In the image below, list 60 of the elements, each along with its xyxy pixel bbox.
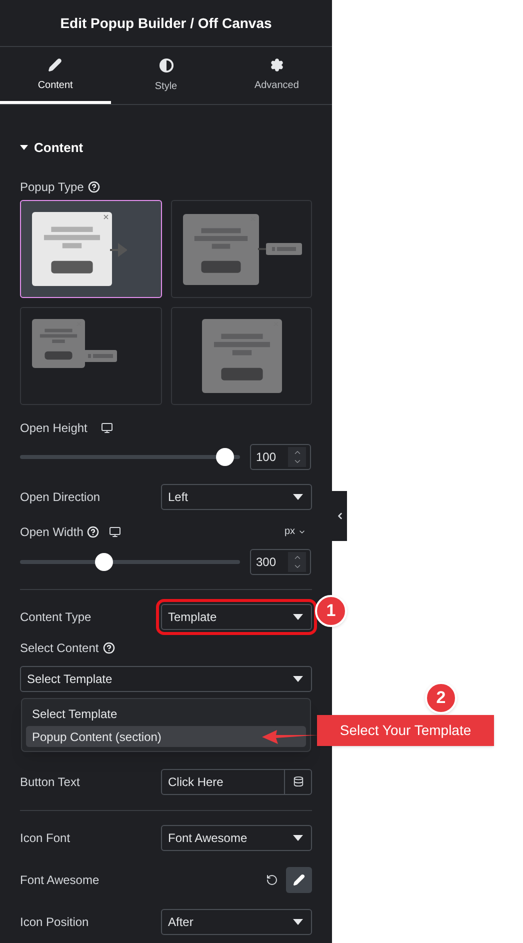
caret-icon	[293, 918, 303, 924]
tab[interactable]: Content	[0, 47, 111, 104]
reset-icon[interactable]	[266, 874, 278, 886]
layout-option[interactable]	[20, 200, 162, 298]
panel-title: Edit Popup Builder / Off Canvas	[60, 14, 272, 33]
layout-thumbnail-icon	[32, 212, 127, 286]
field-label: Open Direction	[20, 488, 100, 506]
slider-thumb[interactable]	[94, 552, 113, 570]
contrast-icon	[158, 58, 174, 72]
caret-icon	[293, 834, 303, 840]
pencil-icon	[293, 874, 305, 886]
caret-icon	[293, 676, 303, 682]
field-label: Icon Position	[20, 914, 89, 930]
tab[interactable]: Style	[110, 47, 222, 104]
unit-select[interactable]: px	[284, 524, 312, 539]
dropdown-select[interactable]: Font Awesome	[161, 824, 312, 850]
layout-option[interactable]	[170, 200, 312, 298]
layout-thumbnail-icon	[202, 318, 282, 392]
field-label: Popup Type	[20, 178, 84, 196]
callout-label: Select Your Template	[317, 715, 494, 746]
dropdown-select[interactable]: Left	[161, 484, 312, 510]
desktop-icon[interactable]	[109, 526, 122, 538]
help-icon	[102, 642, 115, 654]
slider-track[interactable]	[20, 552, 240, 570]
section-toggle[interactable]: Content	[20, 138, 312, 158]
spinner-icon[interactable]	[288, 552, 306, 572]
help-icon	[88, 180, 100, 192]
edit-button[interactable]	[286, 866, 312, 892]
field-label: Content Type	[20, 608, 92, 626]
text-input[interactable]: Click Here	[161, 768, 312, 794]
layout-thumbnail-icon	[32, 318, 117, 368]
caret-icon	[293, 614, 303, 620]
dropdown-option[interactable]: Popup Content (section)	[26, 726, 306, 747]
field-label: Button Text	[20, 774, 80, 790]
tab[interactable]: Advanced	[221, 47, 332, 104]
field-label: Open Width	[20, 524, 84, 540]
step-badge: 1	[315, 595, 347, 627]
layout-option[interactable]	[20, 306, 162, 404]
desktop-icon[interactable]	[101, 422, 114, 434]
caret-icon	[293, 494, 303, 500]
number-input[interactable]: 300	[250, 548, 311, 574]
dropdown-select[interactable]: Select Template	[20, 666, 312, 692]
slider-track[interactable]	[20, 448, 240, 466]
step-badge: 2	[425, 682, 457, 714]
field-label: Select Content	[20, 640, 99, 656]
pencil-icon	[48, 58, 62, 72]
number-input[interactable]: 100	[250, 444, 311, 470]
layout-option[interactable]	[170, 306, 312, 404]
field-label: Open Height	[20, 420, 88, 436]
caret-icon	[20, 145, 28, 150]
database-icon[interactable]	[292, 776, 304, 787]
field-label: Font Awesome	[20, 872, 100, 888]
help-icon	[87, 526, 100, 538]
spinner-icon[interactable]	[288, 446, 306, 466]
field-label: Icon Font	[20, 830, 70, 846]
slider-thumb[interactable]	[216, 448, 234, 466]
dropdown-select[interactable]: After	[161, 908, 312, 934]
dropdown-option[interactable]: Select Template	[26, 703, 306, 724]
settings-icon	[270, 58, 284, 72]
layout-thumbnail-icon	[182, 214, 302, 284]
